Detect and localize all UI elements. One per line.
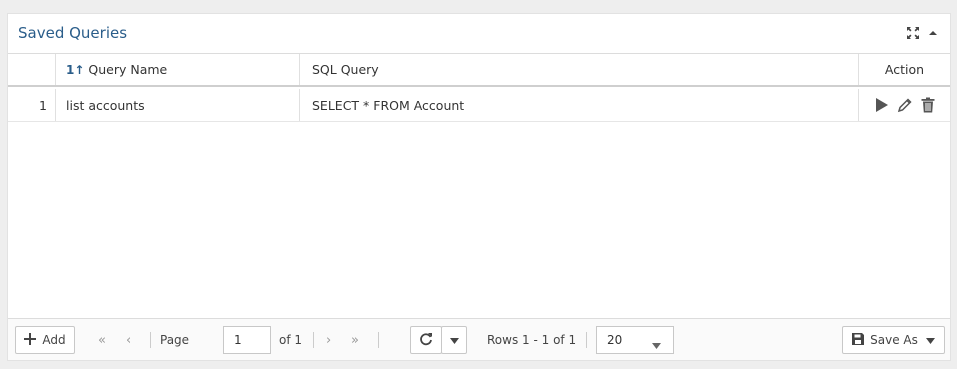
divider	[313, 332, 314, 348]
first-page-icon[interactable]: «	[98, 326, 106, 354]
sort-icon[interactable]: 1↑	[66, 63, 84, 77]
caret-down-icon	[925, 333, 935, 347]
save-icon	[852, 332, 865, 348]
page-number-input[interactable]	[223, 326, 271, 354]
column-header-sql-query[interactable]: SQL Query	[300, 54, 859, 85]
last-page-icon[interactable]: »	[351, 326, 359, 354]
add-button-label: Add	[42, 333, 66, 347]
sql-query-cell[interactable]: SELECT * FROM Account	[300, 89, 859, 121]
page-label: Page	[160, 333, 190, 347]
column-header-action: Action	[859, 54, 950, 85]
prev-page-icon[interactable]: ‹	[126, 326, 131, 354]
caret-down-icon	[449, 333, 459, 347]
pager-footer: Add « ‹ Page of 1 › » Rows 1 - 1 of 1	[8, 318, 950, 360]
save-as-button[interactable]: Save As	[842, 326, 945, 354]
page-count-label: of 1	[279, 333, 303, 347]
refresh-options-button[interactable]	[441, 326, 467, 354]
column-header-label: Action	[884, 62, 925, 77]
column-header-label: SQL Query	[312, 62, 379, 77]
save-as-label: Save As	[870, 333, 918, 347]
refresh-button[interactable]	[410, 326, 442, 354]
plus-icon	[24, 332, 37, 348]
action-cell	[859, 89, 950, 121]
row-number: 1	[8, 89, 56, 121]
divider	[150, 332, 151, 348]
edit-icon[interactable]	[897, 97, 913, 113]
expand-icon[interactable]	[906, 26, 920, 40]
row-number-header	[8, 54, 56, 85]
query-name-cell[interactable]: list accounts	[56, 89, 300, 121]
add-button[interactable]: Add	[15, 326, 75, 354]
divider	[378, 332, 379, 348]
page-size-value: 20	[607, 333, 623, 347]
caret-down-icon	[652, 338, 661, 352]
table-header: 1↑ Query Name SQL Query Action	[8, 54, 950, 87]
column-header-label: Query Name	[88, 62, 168, 77]
collapse-up-icon[interactable]	[928, 29, 938, 37]
page-size-select[interactable]: 20	[596, 326, 674, 354]
run-icon[interactable]	[875, 97, 889, 113]
column-header-query-name[interactable]: 1↑ Query Name	[56, 54, 300, 85]
refresh-icon	[419, 332, 433, 349]
panel-header: Saved Queries	[8, 14, 950, 54]
rows-count-label: Rows 1 - 1 of 1	[487, 333, 577, 347]
saved-queries-panel: Saved Queries 1↑ Query Name SQL Query Ac…	[7, 13, 951, 361]
delete-icon[interactable]	[921, 97, 935, 113]
divider	[586, 332, 587, 348]
panel-title: Saved Queries	[18, 24, 128, 42]
next-page-icon[interactable]: ›	[326, 326, 331, 354]
table-row[interactable]: 1 list accounts SELECT * FROM Account	[8, 89, 950, 122]
